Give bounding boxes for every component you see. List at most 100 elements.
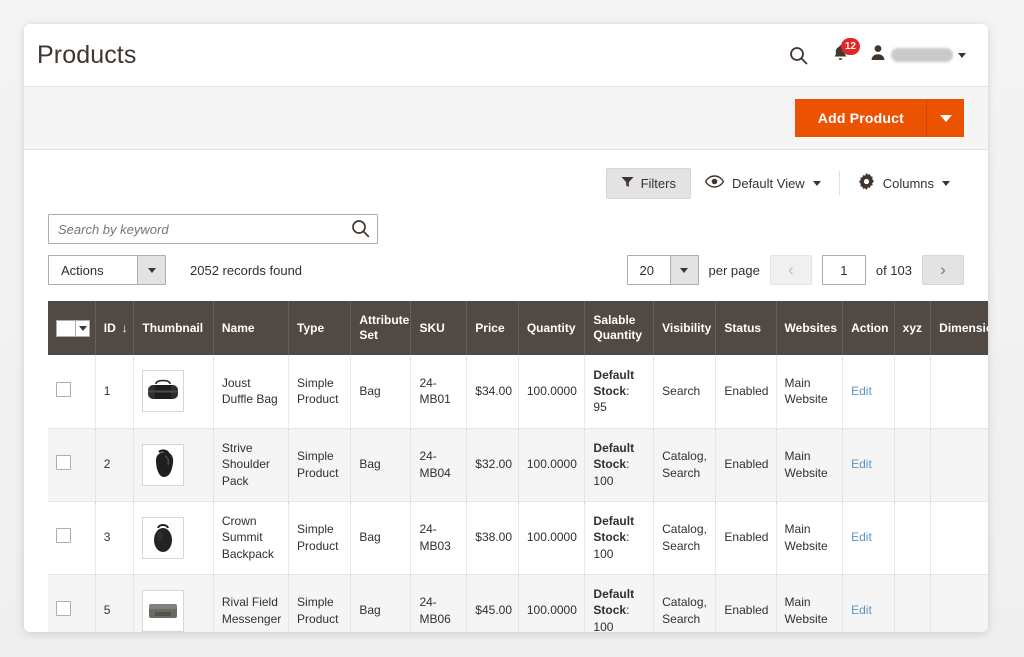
cell-quantity: 100.0000 xyxy=(518,355,585,428)
checkbox-box xyxy=(56,320,75,337)
stock-colon: : xyxy=(626,384,629,398)
cell-thumbnail xyxy=(134,428,213,501)
user-menu-button[interactable] xyxy=(862,44,966,66)
row-checkbox[interactable] xyxy=(56,455,71,470)
products-grid-wrapper: ID↓ Thumbnail Name Type Attribute Set SK… xyxy=(48,301,988,632)
eye-icon xyxy=(705,175,724,191)
previous-page-button[interactable]: ‹ xyxy=(770,255,812,285)
add-product-button[interactable]: Add Product xyxy=(795,99,927,137)
row-checkbox[interactable] xyxy=(56,601,71,616)
total-pages-label: of 103 xyxy=(876,263,912,278)
cell-status: Enabled xyxy=(716,501,776,574)
cell-id: 5 xyxy=(95,574,134,632)
row-checkbox-cell[interactable] xyxy=(48,574,95,632)
edit-link[interactable]: Edit xyxy=(851,457,872,471)
cell-price: $38.00 xyxy=(467,501,519,574)
per-page-dropdown-toggle[interactable] xyxy=(670,256,698,284)
cell-quantity: 100.0000 xyxy=(518,428,585,501)
column-header-visibility[interactable]: Visibility xyxy=(654,301,716,355)
column-header-action[interactable]: Action xyxy=(843,301,895,355)
column-header-sku[interactable]: SKU xyxy=(411,301,467,355)
row-checkbox-cell[interactable] xyxy=(48,428,95,501)
cell-sku: 24-MB04 xyxy=(411,428,467,501)
row-checkbox-cell[interactable] xyxy=(48,355,95,428)
next-page-button[interactable]: › xyxy=(922,255,964,285)
cell-attribute-set: Bag xyxy=(351,355,411,428)
header-actions: 12 xyxy=(778,35,966,75)
chevron-down-icon xyxy=(940,115,952,122)
actions-dropdown-toggle[interactable] xyxy=(137,256,165,284)
default-view-dropdown[interactable]: Default View xyxy=(691,168,835,198)
table-row[interactable]: 2 Strive Shoulder Pack Simple xyxy=(48,428,988,501)
column-header-status[interactable]: Status xyxy=(716,301,776,355)
stock-value: 100 xyxy=(593,620,613,632)
app-root: Products xyxy=(0,0,1024,657)
cell-xyz xyxy=(894,574,931,632)
edit-link[interactable]: Edit xyxy=(851,384,872,398)
search-button[interactable] xyxy=(778,35,818,75)
per-page-value: 20 xyxy=(628,256,670,284)
cell-type: Simple Product xyxy=(289,574,351,632)
edit-link[interactable]: Edit xyxy=(851,603,872,617)
notifications-button[interactable]: 12 xyxy=(818,35,862,75)
column-header-type[interactable]: Type xyxy=(289,301,351,355)
search-input[interactable] xyxy=(48,214,378,244)
actions-dropdown[interactable]: Actions xyxy=(48,255,166,285)
cell-action[interactable]: Edit xyxy=(843,574,895,632)
cell-price: $45.00 xyxy=(467,574,519,632)
cell-sku: 24-MB01 xyxy=(411,355,467,428)
cell-dimension xyxy=(931,428,988,501)
grid-toolbar: Filters Default View xyxy=(24,150,988,202)
cell-action[interactable]: Edit xyxy=(843,355,895,428)
user-name-redacted xyxy=(891,48,953,62)
select-all-checkbox[interactable] xyxy=(56,320,90,337)
column-header-name[interactable]: Name xyxy=(213,301,288,355)
add-product-dropdown-toggle[interactable] xyxy=(927,99,964,137)
cell-name: Rival Field Messenger xyxy=(213,574,288,632)
column-header-id[interactable]: ID↓ xyxy=(95,301,134,355)
cell-visibility: Catalog, Search xyxy=(654,428,716,501)
actions-pagination-row: Actions 2052 records found 20 per page ‹ xyxy=(24,244,988,285)
filters-button[interactable]: Filters xyxy=(606,168,691,199)
cell-action[interactable]: Edit xyxy=(843,501,895,574)
row-checkbox-cell[interactable] xyxy=(48,501,95,574)
per-page-dropdown[interactable]: 20 xyxy=(627,255,699,285)
cell-status: Enabled xyxy=(716,428,776,501)
row-checkbox[interactable] xyxy=(56,382,71,397)
column-header-price[interactable]: Price xyxy=(467,301,519,355)
row-checkbox[interactable] xyxy=(56,528,71,543)
chevron-down-icon xyxy=(75,320,90,337)
grid-header-row: ID↓ Thumbnail Name Type Attribute Set SK… xyxy=(48,301,988,355)
search-submit-icon[interactable] xyxy=(351,219,370,243)
products-grid: ID↓ Thumbnail Name Type Attribute Set SK… xyxy=(48,301,988,632)
cell-visibility: Catalog, Search xyxy=(654,501,716,574)
table-row[interactable]: 1 Joust Duffle Bag xyxy=(48,355,988,428)
cell-name: Crown Summit Backpack xyxy=(213,501,288,574)
actions-dropdown-label: Actions xyxy=(49,256,137,284)
duffle-bag-thumbnail xyxy=(142,370,184,412)
cell-price: $34.00 xyxy=(467,355,519,428)
cell-websites: Main Website xyxy=(776,428,843,501)
table-row[interactable]: 3 Crown Summit Backpack Simpl xyxy=(48,501,988,574)
column-header-quantity[interactable]: Quantity xyxy=(518,301,585,355)
page-number-input[interactable] xyxy=(822,255,866,285)
cell-id: 3 xyxy=(95,501,134,574)
chevron-down-icon xyxy=(680,268,688,273)
column-header-attribute-set[interactable]: Attribute Set xyxy=(351,301,411,355)
columns-dropdown[interactable]: Columns xyxy=(844,166,964,200)
column-header-salable-quantity[interactable]: Salable Quantity xyxy=(585,301,654,355)
column-header-thumbnail[interactable]: Thumbnail xyxy=(134,301,213,355)
table-row[interactable]: 5 Rival Field Messenger Simpl xyxy=(48,574,988,632)
column-header-websites[interactable]: Websites xyxy=(776,301,843,355)
stock-colon: : xyxy=(626,457,629,471)
cell-action[interactable]: Edit xyxy=(843,428,895,501)
stock-value: 100 xyxy=(593,474,613,488)
edit-link[interactable]: Edit xyxy=(851,530,872,544)
add-product-split-button: Add Product xyxy=(795,99,964,137)
page-title: Products xyxy=(37,41,136,70)
column-header-select-all[interactable] xyxy=(48,301,95,355)
pagination: 20 per page ‹ of 103 › xyxy=(627,255,964,285)
column-header-xyz[interactable]: xyz xyxy=(894,301,931,355)
column-header-dimension[interactable]: Dimension xyxy=(931,301,988,355)
default-view-label: Default View xyxy=(732,176,805,191)
